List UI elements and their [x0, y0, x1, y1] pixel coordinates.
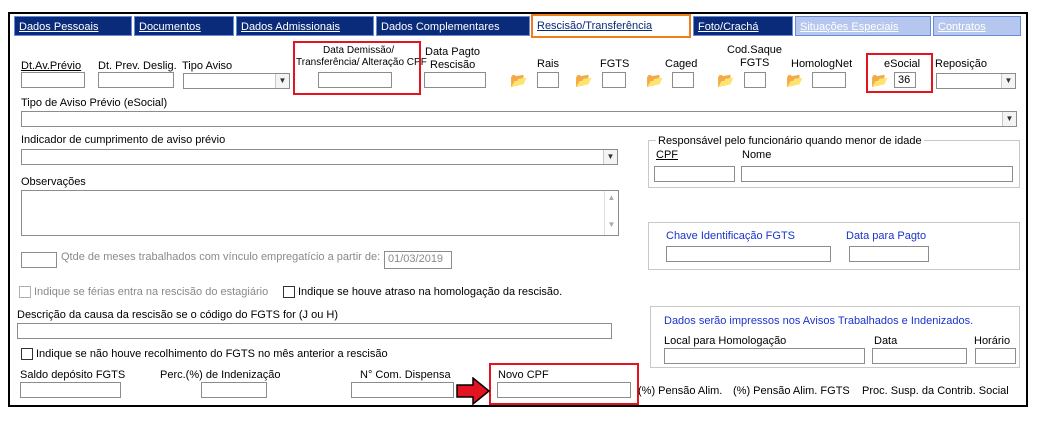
n-com-dispensa-input[interactable]	[351, 382, 454, 398]
pensao-alim-fgts-label: (%) Pensão Alim. FGTS	[733, 385, 850, 397]
saldo-fgts-input[interactable]	[20, 382, 121, 398]
chevron-down-icon: ▼	[1001, 74, 1015, 88]
highlight-data-demissao	[293, 41, 421, 95]
caged-label: Caged	[665, 58, 698, 70]
chevron-down-icon: ▼	[603, 150, 617, 164]
avisos-data-label: Data	[874, 335, 898, 347]
data-pagto-input[interactable]	[424, 72, 486, 88]
recolhimento-fgts-checkbox[interactable]	[21, 348, 33, 360]
qtde-meses-date[interactable]: 01/03/2019	[384, 251, 452, 269]
reposicao-label: Reposição	[935, 58, 987, 70]
observacoes-label: Observações	[21, 176, 86, 188]
chevron-up-icon: ▲	[607, 193, 616, 202]
ferias-estagiario-checkbox[interactable]	[19, 286, 31, 298]
fgts-label: FGTS	[600, 58, 630, 70]
folder-icon[interactable]: 📂	[575, 72, 593, 88]
cod-saque-input[interactable]	[744, 72, 766, 88]
dt-prev-deslig-input[interactable]	[98, 72, 174, 88]
homolognet-input[interactable]	[812, 72, 846, 88]
saldo-fgts-label: Saldo depósito FGTS	[20, 369, 126, 381]
tab-dados-admissionais[interactable]: Dados Admissionais	[236, 16, 374, 36]
arrow-right-icon	[456, 377, 490, 405]
local-homologacao-input[interactable]	[664, 348, 865, 364]
indicador-aviso-select[interactable]: ▼	[21, 149, 618, 165]
perc-indenizacao-input[interactable]	[201, 382, 267, 398]
folder-icon[interactable]: 📂	[646, 72, 664, 88]
tipo-aviso-select[interactable]: ▼	[183, 73, 290, 89]
cod-saque-label-line1: Cod.Saque	[727, 44, 783, 56]
data-pagto-label-line2: Rescisão	[430, 59, 476, 71]
tab-dados-pessoais[interactable]: Dados Pessoais	[14, 16, 132, 36]
n-com-dispensa-label: N° Com. Dispensa	[360, 369, 451, 381]
tab-situacoes-especiais[interactable]: Situações Especiais	[795, 16, 931, 36]
reposicao-select[interactable]: ▼	[936, 73, 1016, 89]
rais-input[interactable]	[537, 72, 559, 88]
observacoes-textarea[interactable]: ▲ ▼	[21, 190, 619, 236]
tipo-aviso-label: Tipo Aviso	[182, 60, 233, 72]
data-para-pagto-input[interactable]	[849, 246, 929, 262]
responsavel-cpf-label: CPF	[656, 149, 678, 161]
local-homologacao-label: Local para Homologação	[664, 335, 787, 347]
chave-input[interactable]	[666, 246, 831, 262]
chevron-down-icon: ▼	[607, 220, 616, 229]
indicador-aviso-label: Indicador de cumprimento de aviso prévio	[21, 134, 226, 146]
tab-dados-complementares[interactable]: Dados Complementares	[376, 16, 530, 36]
folder-icon[interactable]: 📂	[717, 72, 735, 88]
tab-contratos[interactable]: Contratos	[933, 16, 1021, 36]
highlight-novo-cpf	[489, 363, 639, 405]
highlight-esocial	[866, 53, 933, 93]
atraso-homologacao-checkbox[interactable]	[283, 286, 295, 298]
cod-saque-label-line2: FGTS	[740, 57, 770, 69]
chevron-down-icon: ▼	[275, 74, 289, 88]
avisos-horario-input[interactable]	[975, 348, 1016, 364]
folder-icon[interactable]: 📂	[786, 72, 804, 88]
recolhimento-fgts-label: Indique se não houve recolhimento do FGT…	[36, 348, 388, 360]
dt-av-previo-label: Dt.Av.Prévio	[21, 60, 82, 72]
avisos-title: Dados serão impressos nos Avisos Trabalh…	[664, 315, 974, 327]
data-para-pagto-label: Data para Pagto	[846, 230, 927, 242]
tipo-aviso-esocial-select[interactable]: ▼	[21, 111, 1017, 127]
perc-indenizacao-label: Perc.(%) de Indenização	[160, 369, 281, 381]
responsavel-cpf-input[interactable]	[654, 166, 735, 182]
responsavel-nome-label: Nome	[742, 149, 772, 161]
fgts-input[interactable]	[602, 72, 626, 88]
chevron-down-icon: ▼	[1002, 112, 1016, 126]
tab-foto-cracha[interactable]: Foto/Crachá	[693, 16, 793, 36]
rais-label: Rais	[537, 58, 560, 70]
responsavel-title: Responsável pelo funcionário quando meno…	[656, 135, 924, 147]
atraso-homologacao-label: Indique se houve atraso na homologação d…	[298, 286, 563, 298]
qtde-meses-input[interactable]	[21, 252, 57, 268]
homolognet-label: HomologNet	[791, 58, 853, 70]
qtde-meses-label: Qtde de meses trabalhados com vínculo em…	[61, 251, 381, 263]
dt-prev-deslig-label: Dt. Prev. Deslig.	[98, 60, 177, 72]
scrollbar[interactable]: ▲ ▼	[604, 191, 618, 235]
chave-label: Chave Identificação FGTS	[666, 230, 796, 242]
pensao-alim-label: (%) Pensão Alim.	[638, 385, 723, 397]
tipo-aviso-esocial-label: Tipo de Aviso Prévio (eSocial)	[21, 97, 168, 109]
tab-documentos[interactable]: Documentos	[134, 16, 234, 36]
responsavel-nome-input[interactable]	[741, 166, 1013, 182]
data-pagto-label-line1: Data Pagto	[425, 46, 481, 58]
folder-icon[interactable]: 📂	[510, 72, 528, 88]
caged-input[interactable]	[672, 72, 694, 88]
dt-av-previo-input[interactable]	[21, 72, 85, 88]
descricao-causa-label: Descrição da causa da rescisão se o códi…	[17, 309, 338, 321]
descricao-causa-input[interactable]	[17, 323, 612, 339]
ferias-estagiario-label: Indique se férias entra na rescisão do e…	[34, 286, 269, 298]
tab-rescisao-transferencia[interactable]: Rescisão/Transferência	[531, 14, 691, 38]
proc-susp-label: Proc. Susp. da Contrib. Social	[862, 385, 1009, 397]
avisos-horario-label: Horário	[974, 335, 1011, 347]
avisos-data-input[interactable]	[872, 348, 967, 364]
